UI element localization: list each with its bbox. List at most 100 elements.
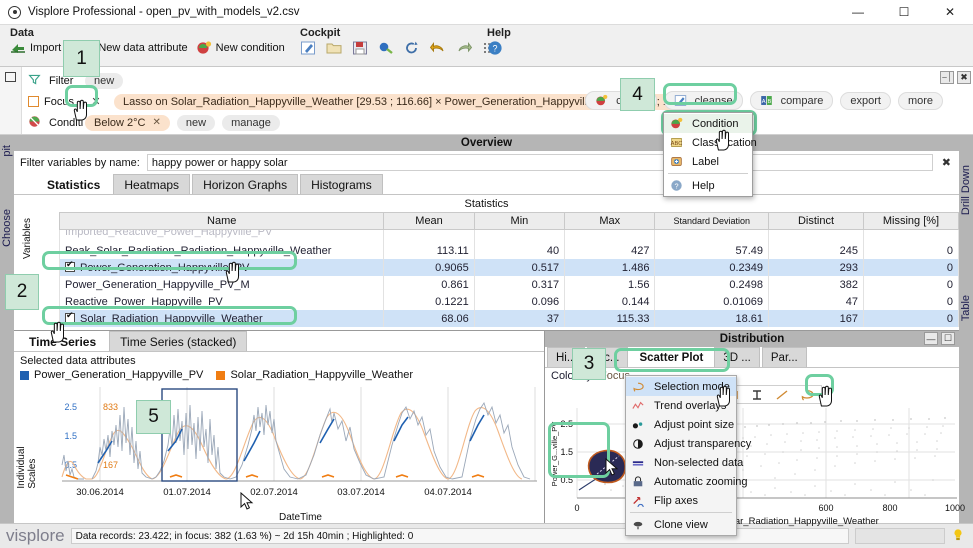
legend-item-power: Power_Generation_Happyville_PV [20,369,203,381]
ctx-adjust-point-size[interactable]: Adjust point size [626,415,736,434]
condition-manage-chip[interactable]: manage [222,114,280,131]
table-row[interactable]: Power_Generation_Happyville_PV_M 0.861 0… [58,276,959,293]
tab-histograms[interactable]: Histograms [300,174,383,194]
minimize-button[interactable]: — [924,332,938,345]
menu-item-condition[interactable]: Condition [664,114,752,133]
help-icon[interactable]: ? [487,40,503,56]
ctx-flip-axes[interactable]: Flip axes [626,491,736,510]
classification-icon: ABC [670,136,686,149]
row-max: 1.486 [564,259,656,276]
export-button[interactable]: export [840,91,891,110]
row-checkbox[interactable] [65,259,75,272]
tab-statistics[interactable]: Statistics [36,174,112,194]
undo-icon[interactable] [429,40,446,56]
table-row[interactable]: Power_Generation_Happyville_PV 0.9065 0.… [58,259,959,276]
tab-parallel[interactable]: Par... [761,347,807,367]
row-min: 37 [473,310,566,327]
ctx-adjust-transparency[interactable]: Adjust transparency [626,434,751,453]
hand-cursor [716,385,731,407]
tab-3d[interactable]: 3D ... [714,347,760,367]
close-icon[interactable]: ✖ [940,156,953,169]
variable-filter-input[interactable] [146,154,933,171]
callout-4: 4 [620,78,655,111]
table-row[interactable]: Reactive_Power_Happyville_PV 0.1221 0.09… [58,293,959,310]
svg-text:1.5: 1.5 [64,431,77,441]
close-icon[interactable]: ✖ [957,71,971,84]
edit-icon[interactable] [300,40,316,56]
svg-text:1.5: 1.5 [560,447,573,457]
column-header-standard-deviation[interactable]: Standard Deviation [654,212,769,230]
ctx-automatic-zooming[interactable]: Automatic zooming [626,472,748,491]
tab-heatmaps[interactable]: Heatmaps [113,174,191,194]
callout-1: 1 [63,40,100,77]
new-condition-icon [196,40,212,56]
tab-scatter-plot[interactable]: Scatter Plot [630,347,713,367]
tab-horizon-graphs[interactable]: Horizon Graphs [192,174,299,194]
new-condition-button[interactable]: New condition [196,40,285,56]
condition-chip-text: Below 2°C [94,116,146,129]
column-header-missing[interactable]: Missing [%] [862,212,959,230]
menu-item-label[interactable]: Label [664,152,752,171]
close-button[interactable]: ✕ [927,0,973,24]
column-header-mean[interactable]: Mean [383,212,475,230]
rail-tab-table[interactable]: Table [960,295,972,321]
application-window: Visplore Professional - open_pv_with_mod… [0,0,973,548]
row-min: 0.096 [473,293,566,310]
line-select-icon[interactable] [774,387,790,402]
minimize-button[interactable]: — [835,0,881,24]
rail-tab-cockpit[interactable]: pit [1,145,13,157]
panel-collapse-toggle[interactable] [0,67,22,134]
ctx-non-selected-data[interactable]: Non-selected data [626,453,743,472]
maximize-button[interactable]: ☐ [881,0,927,24]
ctx-clone-view[interactable]: Clone view [626,515,736,534]
svg-text:833: 833 [103,402,118,412]
time-series-plot[interactable]: 2.5 1.5 0.5 833 167 30.06.2014 01.07.201… [22,385,542,503]
column-header-min[interactable]: Min [473,212,566,230]
rail-tab-choose[interactable]: Choose [1,209,13,247]
rail-tab-drill-down[interactable]: Drill Down [960,165,972,215]
lasso-select-icon[interactable] [799,387,815,402]
menu-item-classification[interactable]: ABC Classification [664,133,757,152]
legend-swatch [20,370,29,380]
cleanse-label: cleanse [694,94,733,107]
condition-chip-below-2c[interactable]: Below 2°C ✕ [85,114,170,131]
import-data-button[interactable]: Import d [10,40,70,56]
condition-new-chip[interactable]: new [176,114,216,131]
open-folder-icon[interactable] [326,40,342,56]
ctx-label: Clone view [654,518,708,531]
maximize-button[interactable]: ☐ [941,332,955,345]
vertical-range-select-icon[interactable] [749,387,765,402]
row-missing: 0 [862,259,959,276]
reset-icon[interactable] [404,40,420,56]
clean-icon[interactable] [378,40,394,56]
compare-label: compare [780,94,824,107]
pin-icon[interactable]: ⎯⏐ [940,71,954,84]
svg-text:?: ? [674,181,678,190]
save-icon[interactable] [352,40,368,56]
cleanse-button[interactable]: cleanse [663,91,743,110]
label-icon [670,155,686,168]
more-button[interactable]: more [897,91,943,110]
menu-item-help[interactable]: ? Help [664,176,752,195]
compare-button[interactable]: AB compare [749,91,834,110]
menu-item-label: Label [692,155,719,168]
legend-swatch [216,370,226,380]
row-missing: 0 [862,242,959,259]
tab-time-series-stacked[interactable]: Time Series (stacked) [109,331,248,351]
column-header-max[interactable]: Max [564,212,656,230]
table-row[interactable]: Imported_Reactive_Power_Happyville_PV [58,229,959,242]
time-series-chart[interactable]: Individual Scales 2.5 1.5 0.5 833 167 30… [14,385,544,523]
redo-icon[interactable] [456,40,473,56]
time-series-tabs: Time Series Time Series (stacked) [14,331,544,352]
table-row[interactable]: Solar_Radiation_Happyville_Weather 68.06… [58,310,959,327]
column-header-distinct[interactable]: Distinct [767,212,864,230]
lasso-icon [632,381,648,393]
callout-3: 3 [572,348,606,380]
ribbon-group-help-title: Help [487,27,511,39]
row-missing: 0 [862,293,959,310]
table-row[interactable]: Peak_Solar_Radiation_Radiation_Happyvill… [58,242,959,259]
close-icon[interactable]: ✕ [152,117,160,128]
distribution-header: Distribution — ☐ [545,331,959,347]
column-header-name[interactable]: Name [58,212,385,230]
focus-checkbox[interactable] [28,96,39,107]
